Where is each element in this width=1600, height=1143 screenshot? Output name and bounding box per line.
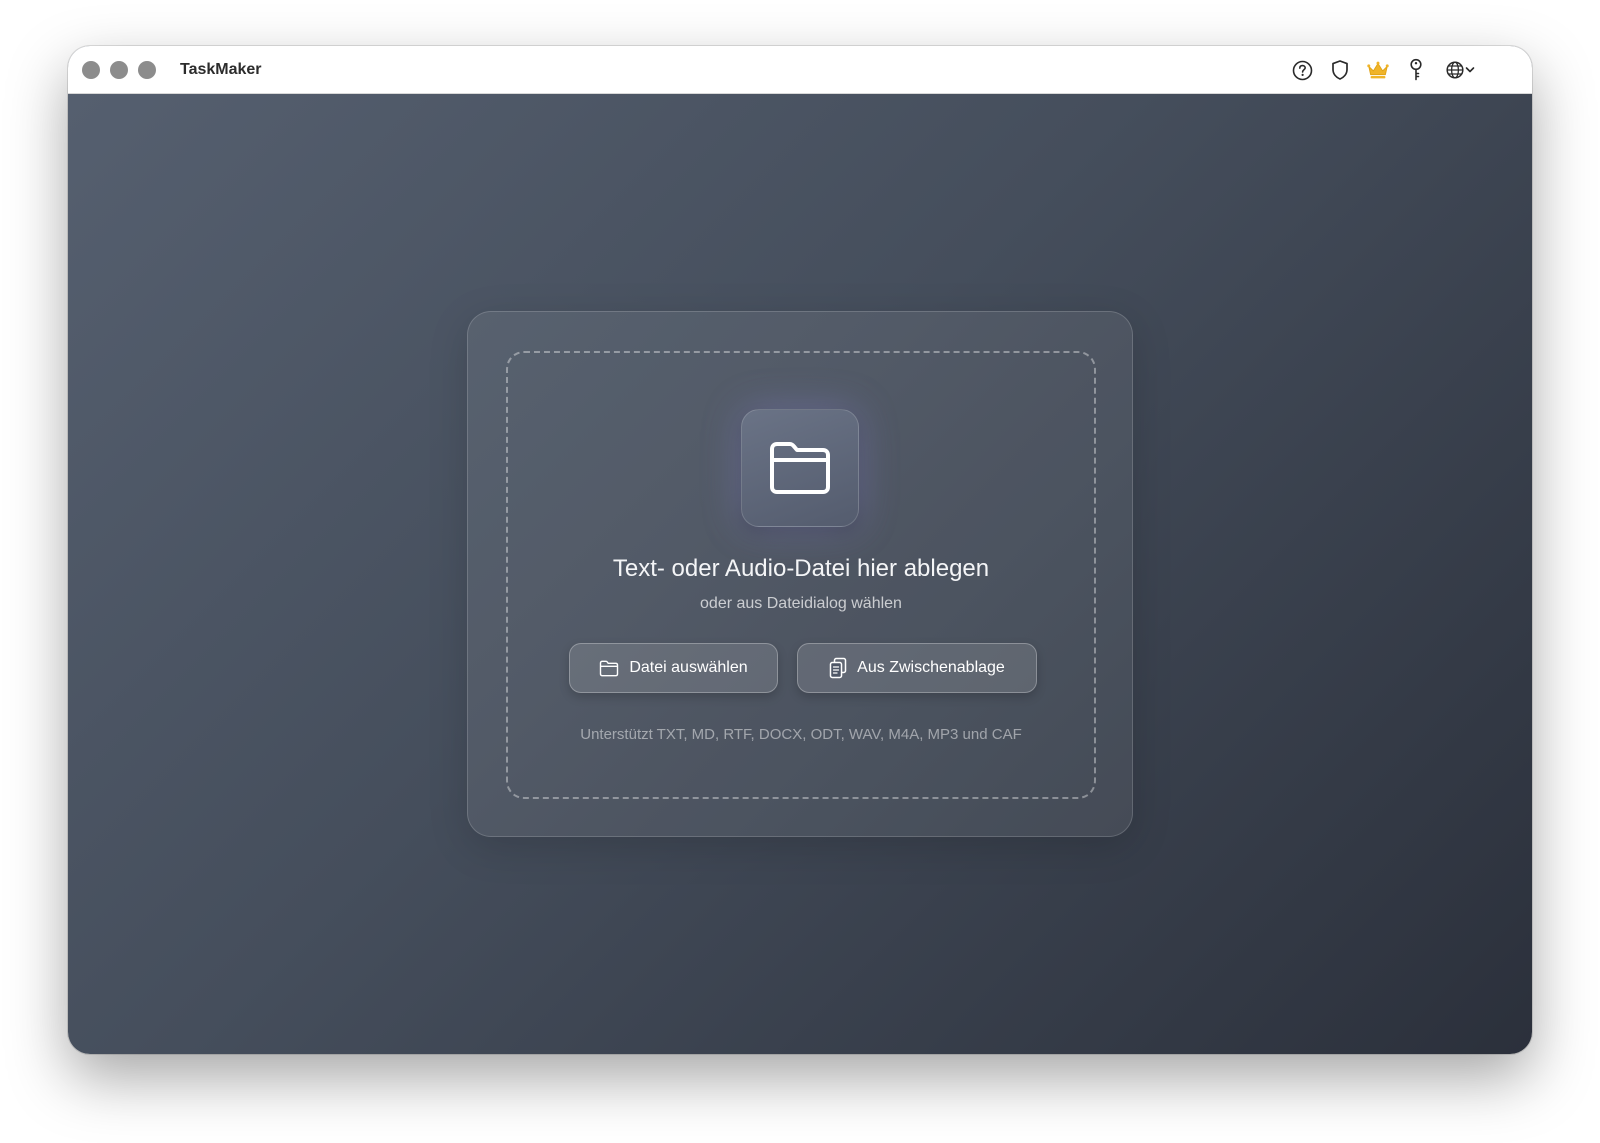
help-icon (1292, 60, 1312, 80)
license-key-button[interactable] (1404, 58, 1428, 82)
privacy-button[interactable] (1328, 58, 1352, 82)
file-drop-zone[interactable]: Text- oder Audio-Datei hier ablegen oder… (506, 351, 1096, 799)
folder-tile (741, 409, 859, 527)
help-button[interactable] (1290, 58, 1314, 82)
drop-subline: oder aus Dateidialog wählen (700, 595, 902, 612)
crown-icon (1367, 61, 1389, 79)
drop-headline: Text- oder Audio-Datei hier ablegen (612, 555, 990, 582)
supported-formats-note: Unterstützt TXT, MD, RTF, DOCX, ODT, WAV… (580, 726, 1022, 743)
app-title: TaskMaker (180, 60, 262, 78)
folder-icon (770, 442, 830, 494)
choose-file-button[interactable]: Datei auswählen (569, 643, 778, 693)
globe-icon (1446, 61, 1464, 79)
folder-small-icon (599, 660, 619, 677)
title-bar: TaskMaker (68, 46, 1532, 94)
paste-from-clipboard-button[interactable]: Aus Zwischenablage (797, 643, 1037, 693)
window-controls (82, 60, 156, 79)
chevron-down-icon (1465, 67, 1475, 73)
shield-icon (1332, 60, 1348, 80)
paste-from-clipboard-label: Aus Zwischenablage (857, 659, 1005, 676)
app-window: TaskMaker Text- oder Audio-Datei hier ab… (68, 46, 1532, 1054)
clipboard-icon (829, 657, 847, 679)
close-window-button[interactable] (82, 60, 100, 79)
language-menu[interactable] (1442, 58, 1478, 82)
premium-button[interactable] (1366, 58, 1390, 82)
zoom-window-button[interactable] (138, 60, 156, 79)
minimize-window-button[interactable] (110, 60, 128, 79)
key-icon (1410, 58, 1422, 81)
toolbar (1290, 46, 1478, 94)
choose-file-label: Datei auswählen (629, 659, 748, 676)
import-panel: Text- oder Audio-Datei hier ablegen oder… (467, 311, 1133, 837)
